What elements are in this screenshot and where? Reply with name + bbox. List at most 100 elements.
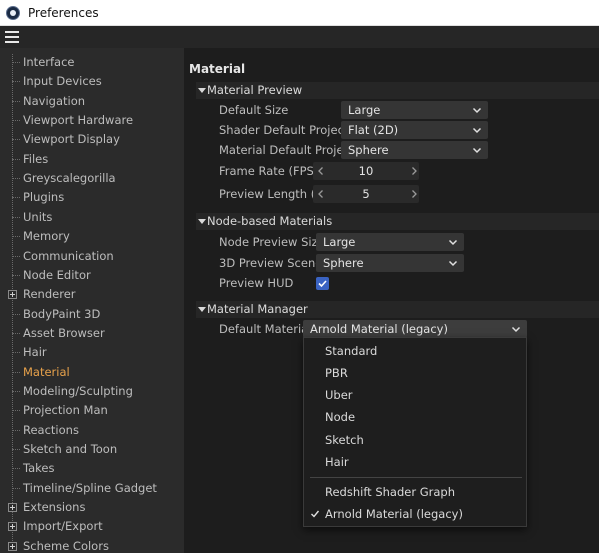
sidebar-item-label: Renderer	[23, 287, 76, 302]
menu-item-label: Sketch	[325, 433, 364, 447]
default-material-menu: Standard PBR Uber Node Sketch Hair Redsh…	[303, 337, 527, 527]
sidebar-item-bodypaint-3d[interactable]: BodyPaint 3D	[12, 305, 184, 324]
sidebar-item-hair[interactable]: Hair	[12, 343, 184, 362]
tree-connector	[12, 429, 20, 431]
plus-box-icon[interactable]	[8, 503, 17, 513]
sidebar-item-label: Asset Browser	[23, 325, 105, 340]
menu-item-label: Uber	[325, 388, 353, 402]
sidebar-item-scheme-colors[interactable]: Scheme Colors	[8, 537, 184, 553]
section-header-label: Material Preview	[207, 83, 303, 97]
tree-connector	[12, 236, 20, 238]
sidebar-item-label: BodyPaint 3D	[23, 306, 101, 321]
menu-item-label: PBR	[325, 366, 348, 380]
preview-hud-checkbox[interactable]	[316, 277, 329, 290]
window-title: Preferences	[28, 5, 99, 20]
sidebar-item-files[interactable]: Files	[12, 150, 184, 169]
material-default-project-dropdown[interactable]: Sphere	[341, 141, 488, 159]
sidebar-item-label: Timeline/Spline Gadget	[23, 480, 157, 495]
plus-box-icon[interactable]	[8, 541, 17, 551]
chevron-right-icon[interactable]	[409, 165, 419, 177]
sidebar-item-plugins[interactable]: Plugins	[12, 188, 184, 207]
menu-item-pbr[interactable]: PBR	[304, 362, 526, 384]
sidebar-item-viewport-hardware[interactable]: Viewport Hardware	[12, 111, 184, 130]
sidebar-item-label: Memory	[23, 229, 70, 244]
sidebar-item-communication[interactable]: Communication	[12, 247, 184, 266]
default-material-dropdown[interactable]: Arnold Material (legacy)	[303, 320, 527, 338]
material-default-project-value: Sphere	[348, 143, 389, 157]
shader-default-project-dropdown[interactable]: Flat (2D)	[341, 121, 488, 139]
tree-connector	[12, 62, 20, 63]
preview-length-stepper[interactable]: 5	[313, 185, 419, 203]
tree-connector	[12, 332, 20, 334]
preview-hud-label: Preview HUD	[219, 276, 294, 290]
sidebar-item-units[interactable]: Units	[12, 208, 184, 227]
sidebar-item-projection-man[interactable]: Projection Man	[12, 401, 184, 420]
section-header-label: Node-based Materials	[207, 214, 333, 228]
sidebar-item-extensions[interactable]: Extensions	[8, 498, 184, 517]
chevron-down-icon	[472, 107, 482, 114]
sidebar-item-label: Viewport Display	[23, 132, 120, 147]
tree-connector	[12, 255, 20, 257]
sidebar-item-sketch-and-toon[interactable]: Sketch and Toon	[12, 440, 184, 459]
sidebar-item-label: Sketch and Toon	[23, 442, 118, 456]
menu-item-standard[interactable]: Standard	[304, 340, 526, 362]
sidebar-item-label: Hair	[23, 345, 47, 360]
sidebar-item-label: Extensions	[23, 500, 86, 515]
sidebar-item-label: Material	[23, 364, 70, 379]
sidebar-item-modeling-sculpting[interactable]: Modeling/Sculpting	[12, 382, 184, 401]
menu-item-node[interactable]: Node	[304, 406, 526, 428]
plus-box-icon[interactable]	[8, 522, 17, 532]
tree-connector	[12, 81, 20, 83]
section-node-based-materials[interactable]: Node-based Materials	[196, 213, 599, 230]
sidebar-item-memory[interactable]: Memory	[12, 227, 184, 246]
sidebar-item-node-editor[interactable]: Node Editor	[12, 266, 184, 285]
menu-item-uber[interactable]: Uber	[304, 384, 526, 406]
default-size-label: Default Size	[219, 103, 289, 117]
sidebar-item-reactions[interactable]: Reactions	[12, 421, 184, 440]
default-size-dropdown[interactable]: Large	[341, 101, 488, 119]
tree-connector	[12, 390, 20, 392]
menu-item-sketch[interactable]: Sketch	[304, 429, 526, 451]
sidebar-item-material[interactable]: Material	[12, 363, 184, 382]
sidebar-item-timeline-spline-gadget[interactable]: Timeline/Spline Gadget	[12, 479, 184, 498]
section-material-manager[interactable]: Material Manager	[196, 301, 599, 318]
sidebar-item-input-devices[interactable]: Input Devices	[12, 72, 184, 91]
sidebar-item-asset-browser[interactable]: Asset Browser	[12, 324, 184, 343]
menu-item-label: Arnold Material (legacy)	[325, 507, 463, 521]
menu-item-redshift-shader-graph[interactable]: Redshift Shader Graph	[304, 481, 526, 503]
checkmark-icon	[318, 280, 327, 288]
default-material-label: Default Material	[219, 322, 312, 336]
sidebar-item-label: Greyscalegorilla	[23, 171, 116, 186]
tree-connector	[12, 274, 20, 276]
triangle-down-icon	[198, 219, 206, 224]
tree-connector	[12, 449, 20, 450]
page-title: Material	[189, 62, 246, 76]
preview-scene-dropdown[interactable]: Sphere	[316, 254, 464, 272]
frame-rate-stepper[interactable]: 10	[313, 162, 419, 180]
section-material-preview[interactable]: Material Preview	[196, 82, 599, 99]
frame-rate-value[interactable]: 10	[313, 162, 419, 180]
node-preview-size-dropdown[interactable]: Large	[316, 233, 464, 251]
sidebar-item-navigation[interactable]: Navigation	[12, 92, 184, 111]
sidebar-item-label: Plugins	[23, 190, 65, 205]
plus-box-icon[interactable]	[8, 290, 17, 300]
menu-item-hair[interactable]: Hair	[304, 451, 526, 473]
tree-connector	[12, 139, 20, 141]
node-preview-size-value: Large	[323, 235, 356, 249]
sidebar-item-import-export[interactable]: Import/Export	[8, 517, 184, 536]
sidebar-item-label: Communication	[23, 248, 114, 263]
sidebar-item-label: Viewport Hardware	[23, 113, 134, 128]
sidebar-item-interface[interactable]: Interface	[12, 53, 184, 72]
tree-connector	[12, 178, 20, 180]
menu-item-arnold-material-legacy[interactable]: Arnold Material (legacy)	[304, 503, 526, 525]
sidebar-item-renderer[interactable]: Renderer	[8, 285, 184, 304]
hamburger-menu-icon[interactable]	[5, 31, 19, 43]
sidebar-item-takes[interactable]: Takes	[12, 459, 184, 478]
sidebar-item-viewport-display[interactable]: Viewport Display	[12, 130, 184, 149]
sidebar-item-label: Scheme Colors	[23, 538, 109, 553]
preview-length-value[interactable]: 5	[313, 185, 419, 203]
tree-connector	[12, 410, 20, 412]
sidebar-item-label: Interface	[23, 55, 75, 69]
chevron-right-icon[interactable]	[409, 188, 419, 200]
sidebar-item-greyscalegorilla[interactable]: Greyscalegorilla	[12, 169, 184, 188]
